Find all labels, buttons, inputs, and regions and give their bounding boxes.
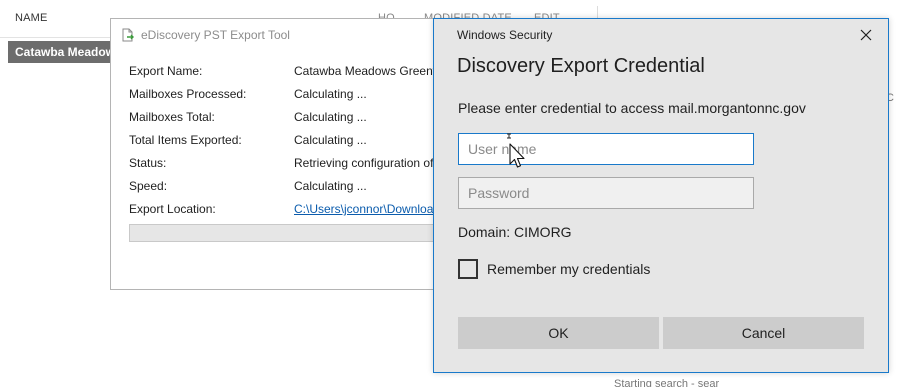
export-tool-window: eDiscovery PST Export Tool Export Name: … (110, 18, 450, 290)
export-progress-bar (129, 224, 449, 242)
total-items-exported-label: Total Items Exported: (129, 133, 242, 147)
mailboxes-total-label: Mailboxes Total: (129, 110, 215, 124)
export-name-value: Catawba Meadows Greenw (294, 64, 442, 78)
export-location-label: Export Location: (129, 202, 216, 216)
remember-credentials-checkbox[interactable] (458, 259, 478, 279)
status-value: Retrieving configuration of (294, 156, 434, 170)
dialog-heading: Discovery Export Credential (457, 55, 705, 77)
password-input[interactable] (458, 177, 754, 209)
export-location-link[interactable]: C:\Users\jconnor\Downloa (294, 202, 433, 216)
total-items-exported-value: Calculating ... (294, 133, 367, 147)
mailboxes-processed-label: Mailboxes Processed: (129, 87, 247, 101)
cancel-button[interactable]: Cancel (663, 317, 864, 349)
ok-button[interactable]: OK (458, 317, 659, 349)
remember-credentials-label: Remember my credentials (487, 261, 651, 277)
domain-text: Domain: CIMORG (458, 224, 572, 240)
mailboxes-processed-value: Calculating ... (294, 87, 367, 101)
close-icon (860, 29, 872, 44)
column-header-name[interactable]: NAME (15, 12, 48, 24)
dialog-prompt: Please enter credential to access mail.m… (458, 100, 806, 116)
mailboxes-total-value: Calculating ... (294, 110, 367, 124)
remember-credentials-option[interactable]: Remember my credentials (458, 259, 650, 279)
export-document-icon (121, 28, 135, 42)
status-label: Status: (129, 156, 167, 170)
status-text: Starting search - sear (614, 378, 720, 387)
close-button[interactable] (852, 25, 880, 47)
username-input[interactable] (458, 133, 754, 165)
export-tool-titlebar: eDiscovery PST Export Tool (121, 25, 290, 45)
speed-value: Calculating ... (294, 179, 367, 193)
export-tool-title: eDiscovery PST Export Tool (141, 28, 290, 42)
export-name-label: Export Name: (129, 64, 203, 78)
speed-label: Speed: (129, 179, 168, 193)
list-item-selected[interactable]: Catawba Meadow (8, 41, 118, 63)
credential-dialog: Windows Security Discovery Export Creden… (433, 18, 889, 373)
dialog-caption: Windows Security (457, 28, 553, 42)
